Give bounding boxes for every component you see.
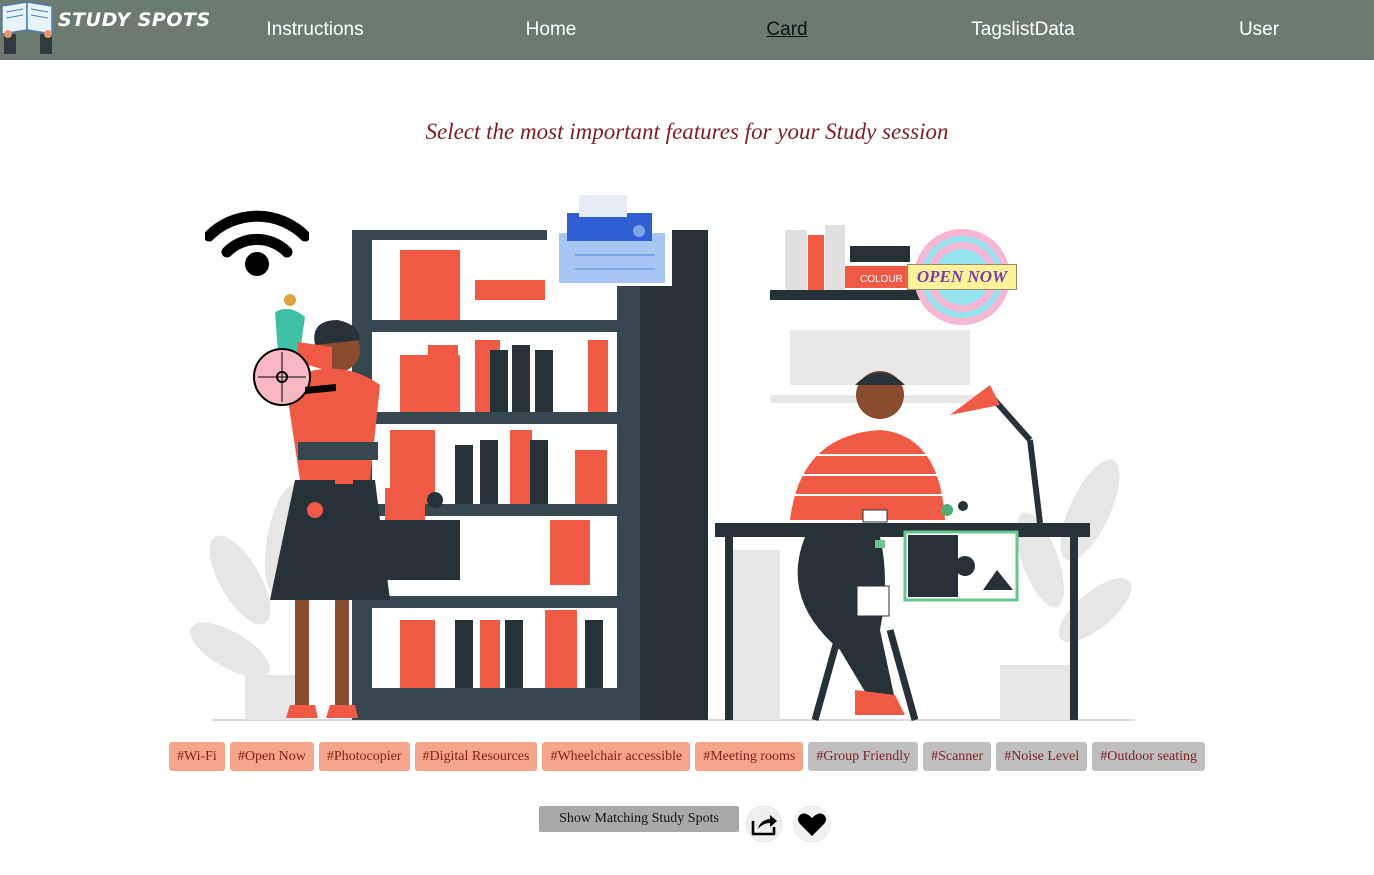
nav-link-card[interactable]: Card bbox=[766, 19, 807, 41]
tag-noise-level[interactable]: #Noise Level bbox=[996, 742, 1088, 771]
nav-link-user[interactable]: User bbox=[1239, 19, 1279, 41]
colour-book-label: COLOUR bbox=[860, 274, 903, 285]
wifi-icon[interactable] bbox=[203, 198, 311, 278]
open-book-logo-icon bbox=[1, 1, 53, 54]
share-icon bbox=[751, 815, 777, 836]
tag-group-friendly[interactable]: #Group Friendly bbox=[808, 742, 919, 771]
tag-wifi[interactable]: #Wi-Fi bbox=[168, 742, 225, 771]
tag-photocopier[interactable]: #Photocopier bbox=[318, 742, 410, 771]
digital-resources-icon[interactable] bbox=[855, 498, 1020, 620]
logo-text: STUDY SPOTS bbox=[58, 9, 211, 31]
tag-meeting-rooms[interactable]: #Meeting rooms bbox=[695, 742, 804, 771]
top-nav: STUDY SPOTS Instructions Home Card Tagsl… bbox=[0, 0, 1374, 60]
favorite-button[interactable] bbox=[793, 805, 831, 843]
wheelchair-icon[interactable] bbox=[250, 292, 338, 408]
tag-scanner[interactable]: #Scanner bbox=[923, 742, 992, 771]
heart-icon bbox=[798, 813, 826, 836]
feature-tags: #Wi-Fi #Open Now #Photocopier #Digital R… bbox=[0, 742, 1374, 771]
nav-link-home[interactable]: Home bbox=[526, 19, 577, 41]
tag-open-now[interactable]: #Open Now bbox=[229, 742, 314, 771]
tag-digital-resources[interactable]: #Digital Resources bbox=[414, 742, 538, 771]
show-matching-button[interactable]: Show Matching Study Spots bbox=[539, 806, 739, 832]
share-button[interactable] bbox=[745, 805, 783, 843]
tag-outdoor-seating[interactable]: #Outdoor seating bbox=[1092, 742, 1206, 771]
logo[interactable]: STUDY SPOTS bbox=[0, 0, 210, 55]
page-heading: Select the most important features for y… bbox=[425, 119, 949, 144]
tag-wheelchair-accessible[interactable]: #Wheelchair accessible bbox=[542, 742, 691, 771]
open-now-badge[interactable]: OPEN NOW bbox=[907, 264, 1017, 290]
nav-link-tagslistdata[interactable]: TagslistData bbox=[971, 19, 1075, 41]
nav-link-instructions[interactable]: Instructions bbox=[266, 19, 363, 41]
photocopier-icon[interactable] bbox=[547, 193, 672, 286]
